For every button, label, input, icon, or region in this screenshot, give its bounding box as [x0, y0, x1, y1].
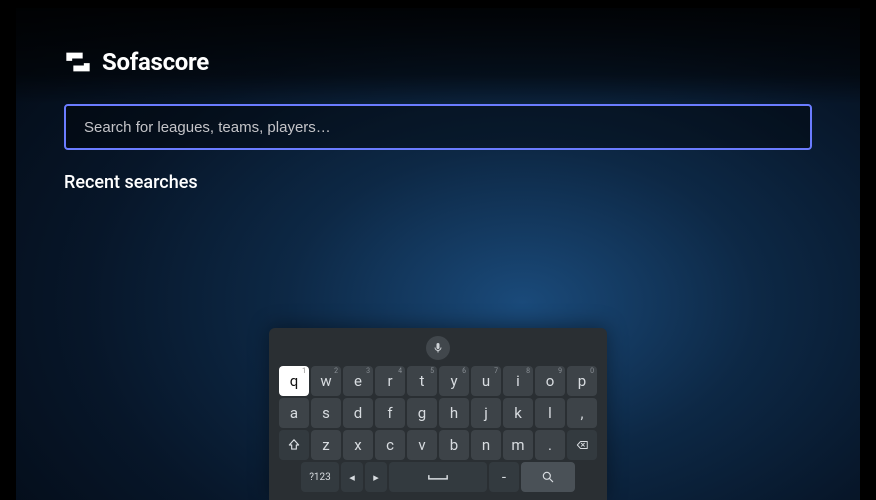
keyboard-row-1: q1w2e3r4t5y6u7i8o9p0	[277, 366, 599, 396]
key-n[interactable]: n	[471, 430, 501, 460]
key-p[interactable]: p0	[567, 366, 597, 396]
key-q[interactable]: q1	[279, 366, 309, 396]
key-l[interactable]: l	[535, 398, 565, 428]
key-v[interactable]: v	[407, 430, 437, 460]
key-hint: 3	[366, 367, 370, 375]
cursor-left-key[interactable]: ◂	[341, 462, 363, 492]
mic-button[interactable]	[426, 336, 450, 360]
key-i[interactable]: i8	[503, 366, 533, 396]
space-key[interactable]	[389, 462, 487, 492]
key-w[interactable]: w2	[311, 366, 341, 396]
key-m[interactable]: m	[503, 430, 533, 460]
shift-icon	[287, 438, 301, 452]
key-h[interactable]: h	[439, 398, 469, 428]
symbols-key[interactable]: ?123	[301, 462, 339, 492]
space-icon	[427, 473, 449, 481]
recent-searches-heading: Recent searches	[16, 150, 860, 193]
keyboard-row-2: asdfghjkl,	[277, 398, 599, 428]
key-hint: 8	[526, 367, 530, 375]
key-x[interactable]: x	[343, 430, 373, 460]
key-t[interactable]: t5	[407, 366, 437, 396]
dash-key[interactable]: -	[489, 462, 519, 492]
search-input[interactable]	[64, 104, 812, 150]
cursor-right-key[interactable]: ▸	[365, 462, 387, 492]
key-hint: 5	[430, 367, 434, 375]
keyboard-row-3: zxcvbnm.	[277, 430, 599, 460]
key-a[interactable]: a	[279, 398, 309, 428]
backspace-key[interactable]	[567, 430, 597, 460]
key-o[interactable]: o9	[535, 366, 565, 396]
mic-icon	[432, 342, 444, 354]
shift-key[interactable]	[279, 430, 309, 460]
header: Sofascore	[16, 8, 860, 104]
key-c[interactable]: c	[375, 430, 405, 460]
key-s[interactable]: s	[311, 398, 341, 428]
key-g[interactable]: g	[407, 398, 437, 428]
key-hint: 9	[558, 367, 562, 375]
key-b[interactable]: b	[439, 430, 469, 460]
key-y[interactable]: y6	[439, 366, 469, 396]
search-icon	[541, 470, 555, 484]
brand-name: Sofascore	[102, 48, 209, 76]
key-hint: 7	[494, 367, 498, 375]
key-u[interactable]: u7	[471, 366, 501, 396]
app-frame: Sofascore Recent searches q1w2e3r4t5y6u7…	[16, 8, 860, 500]
key-hint: 2	[334, 367, 338, 375]
key-hint: 0	[590, 367, 594, 375]
keyboard-row-4: ?123 ◂ ▸ -	[277, 462, 599, 492]
key-e[interactable]: e3	[343, 366, 373, 396]
key-f[interactable]: f	[375, 398, 405, 428]
search-container	[16, 104, 860, 150]
key-hint: 6	[462, 367, 466, 375]
key-r[interactable]: r4	[375, 366, 405, 396]
onscreen-keyboard: q1w2e3r4t5y6u7i8o9p0 asdfghjkl, zxcvbnm.…	[269, 328, 607, 500]
sofascore-logo-icon	[64, 48, 92, 76]
key-hint: 4	[398, 367, 402, 375]
key-,[interactable]: ,	[567, 398, 597, 428]
keyboard-top-bar	[277, 336, 599, 366]
key-z[interactable]: z	[311, 430, 341, 460]
key-k[interactable]: k	[503, 398, 533, 428]
key-hint: 1	[302, 367, 306, 375]
search-key[interactable]	[521, 462, 575, 492]
key-j[interactable]: j	[471, 398, 501, 428]
key-.[interactable]: .	[535, 430, 565, 460]
key-d[interactable]: d	[343, 398, 373, 428]
backspace-icon	[575, 438, 589, 452]
